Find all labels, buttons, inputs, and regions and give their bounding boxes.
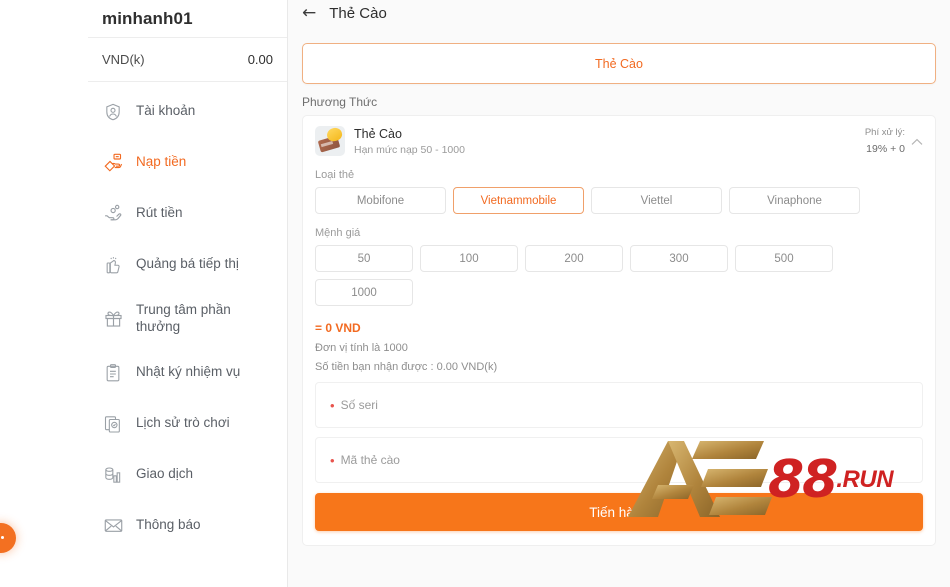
sidebar-nav: Tài khoản Nạp tiền Rút tiền Quảng bá tiế… [88, 82, 287, 551]
total-amount-text: = 0 VND [315, 321, 361, 335]
sidebar-item-label: Nạp tiền [136, 154, 187, 170]
carrier-chip-vietnammobile[interactable]: Vietnammobile [453, 187, 584, 214]
chip-label: Mobifone [356, 194, 405, 207]
sidebar-item-label: Trung tâm phần thưởng [136, 301, 231, 334]
carrier-chip-viettel[interactable]: Viettel [591, 187, 722, 214]
serial-field[interactable]: • Số seri [315, 382, 923, 428]
chip-label: 1000 [351, 286, 377, 299]
tab-label: Thẻ Cào [595, 56, 643, 71]
chevron-up-icon[interactable] [911, 138, 923, 146]
chip-label: 200 [564, 252, 584, 265]
page-title: Thẻ Cào [329, 5, 387, 22]
required-dot-icon: • [330, 452, 335, 468]
sidebar-item-label: Lịch sử trò chơi [136, 415, 230, 431]
chip-label: 100 [459, 252, 479, 265]
fee-box: Phí xử lý: 19% + 0 [865, 126, 923, 155]
app-root: minhanh01 VND(k) 0.00 Tài khoản Nạp tiền… [0, 0, 950, 587]
tab-the-cao[interactable]: Thẻ Cào [302, 43, 936, 84]
envelope-icon [102, 515, 124, 537]
sidebar-item-lich-su-tro-choi[interactable]: Lịch sử trò chơi [88, 398, 287, 449]
amount-chip-300[interactable]: 300 [630, 245, 728, 272]
sidebar-item-thong-bao[interactable]: Thông báo [88, 500, 287, 551]
sidebar-item-quang-ba-tiep-thi[interactable]: Quảng bá tiếp thị [88, 239, 287, 290]
withdraw-hand-icon [102, 203, 124, 225]
gift-icon [102, 308, 124, 330]
payment-method-card: Thẻ Cào Hạn mức nạp 50 - 1000 Phí xử lý:… [302, 115, 936, 546]
history-doc-icon [102, 413, 124, 435]
chip-label: Vinaphone [767, 194, 822, 207]
clipboard-icon [102, 362, 124, 384]
chip-label: Vietnammobile [480, 194, 557, 207]
card-brand: Thẻ Cào Hạn mức nạp 50 - 1000 [315, 126, 465, 156]
submit-label: Tiến hành [589, 504, 649, 520]
amount-chip-100[interactable]: 100 [420, 245, 518, 272]
floating-action-button[interactable] [0, 523, 16, 553]
username-label: minhanh01 [102, 8, 193, 28]
sidebar-item-nhat-ky-nhiem-vu[interactable]: Nhật ký nhiệm vụ [88, 347, 287, 398]
unit-note: Đơn vị tính là 1000 [315, 342, 408, 354]
carrier-chip-group: Mobifone Vietnammobile Viettel Vinaphone [315, 187, 923, 214]
chip-label: 50 [357, 252, 371, 265]
sidebar-item-nap-tien[interactable]: Nạp tiền [88, 137, 287, 188]
serial-placeholder: Số seri [340, 398, 378, 412]
sidebar-item-label: Quảng bá tiếp thị [136, 256, 239, 272]
sidebar-item-label: Rút tiền [136, 205, 183, 221]
balance-amount: 0.00 [247, 52, 273, 67]
amount-chip-group: 50 100 200 300 500 1000 [315, 245, 923, 306]
sidebar-item-label: Thông báo [136, 517, 201, 533]
fee-label: Phí xử lý: [864, 127, 905, 138]
sidebar-balance-row: VND(k) 0.00 [88, 38, 287, 82]
card-limit-text: Hạn mức nạp 50 - 1000 [354, 143, 465, 156]
content-body: Thẻ Cào Phương Thức Thẻ Cào Hạn mức nạp … [288, 43, 950, 546]
carrier-chip-vinaphone[interactable]: Vinaphone [729, 187, 860, 214]
card-code-placeholder: Mã thẻ cào [340, 453, 400, 467]
chip-label: Viettel [640, 194, 673, 207]
sidebar-item-label: Tài khoản [136, 103, 196, 119]
section-label-phuong-thuc: Phương Thức [302, 95, 378, 109]
fee-value: 19% + 0 [866, 143, 905, 155]
main-content: ← Thẻ Cào Thẻ Cào Phương Thức Thẻ Cào Hạ… [288, 0, 950, 587]
carrier-chip-mobifone[interactable]: Mobifone [315, 187, 446, 214]
sidebar-user-header: minhanh01 [88, 0, 287, 38]
submit-button[interactable]: Tiến hành [315, 493, 923, 531]
sidebar-item-tai-khoan[interactable]: Tài khoản [88, 86, 287, 137]
amount-chip-1000[interactable]: 1000 [315, 279, 413, 306]
sidebar-item-label: Giao dịch [136, 466, 194, 482]
page-header: ← Thẻ Cào [288, 0, 950, 27]
user-shield-icon [102, 101, 124, 123]
sidebar-item-rut-tien[interactable]: Rút tiền [88, 188, 287, 239]
amount-chip-200[interactable]: 200 [525, 245, 623, 272]
thumbs-up-icon [102, 254, 124, 276]
deposit-hand-icon [102, 152, 124, 174]
amount-group-label: Mệnh giá [315, 227, 361, 239]
scratch-card-icon [315, 126, 345, 156]
balance-currency-label: VND(k) [102, 52, 145, 67]
amount-chip-500[interactable]: 500 [735, 245, 833, 272]
carrier-group-label: Loại thẻ [315, 169, 355, 181]
arrow-left-icon[interactable]: ← [302, 5, 316, 22]
amount-chip-50[interactable]: 50 [315, 245, 413, 272]
chip-label: 500 [774, 252, 794, 265]
required-dot-icon: • [330, 397, 335, 413]
card-header-row: Thẻ Cào Hạn mức nạp 50 - 1000 Phí xử lý:… [315, 126, 923, 156]
receive-note: Số tiền bạn nhận được : 0.00 VND(k) [315, 361, 498, 373]
coins-chart-icon [102, 464, 124, 486]
sidebar-item-giao-dich[interactable]: Giao dịch [88, 449, 287, 500]
left-gutter [0, 0, 88, 587]
sidebar: minhanh01 VND(k) 0.00 Tài khoản Nạp tiền… [88, 0, 288, 587]
card-brand-name: Thẻ Cào [354, 126, 402, 141]
sidebar-item-label: Nhật ký nhiệm vụ [136, 364, 241, 380]
card-code-field[interactable]: • Mã thẻ cào [315, 437, 923, 483]
chip-label: 300 [669, 252, 689, 265]
sidebar-item-trung-tam-phan-thuong[interactable]: Trung tâm phần thưởng [88, 290, 287, 347]
